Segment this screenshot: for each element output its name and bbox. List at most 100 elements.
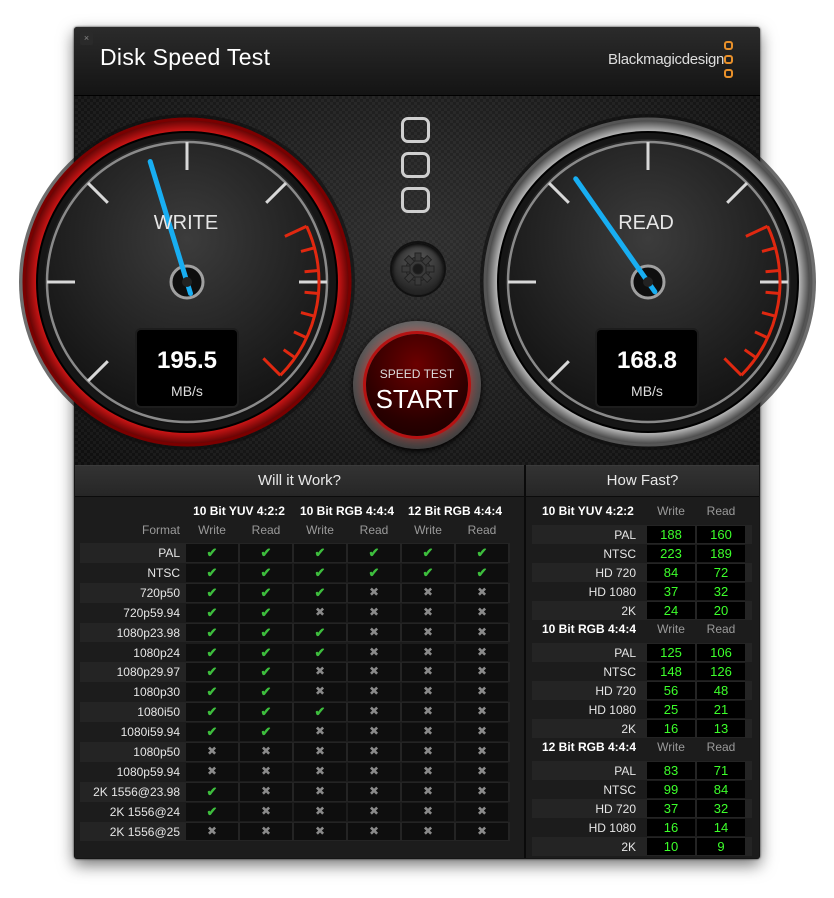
cross-icon: ✖ (422, 684, 434, 699)
speed-column-header: Write (657, 740, 685, 754)
cross-icon: ✖ (314, 684, 326, 699)
cross-icon: ✖ (422, 584, 434, 599)
cross-icon: ✖ (422, 644, 434, 659)
menu-square[interactable] (401, 187, 430, 213)
checkmark-icon: ✔ (260, 604, 272, 620)
read-readout: 168.8 MB/s (597, 330, 697, 406)
settings-button[interactable] (392, 243, 444, 295)
cross-icon: ✖ (476, 624, 488, 639)
red-zone-tick (304, 269, 319, 274)
format-label: 1080p24 (133, 645, 180, 660)
speed-format-label: HD 1080 (588, 585, 636, 599)
speed-value: 10 (663, 839, 679, 854)
cross-icon: ✖ (476, 744, 488, 758)
speed-value: 16 (663, 721, 679, 736)
cross-icon: ✖ (368, 584, 380, 599)
format-label: 2K 1556@25 (109, 824, 180, 839)
start-button-face[interactable]: SPEED TEST START (366, 334, 468, 436)
checkmark-icon: ✔ (206, 624, 218, 640)
speed-format-label: 2K (621, 722, 636, 736)
column-header: Write (414, 523, 442, 537)
column-header: Write (306, 523, 334, 537)
cross-icon: ✖ (422, 724, 434, 739)
format-label: 2K 1556@23.98 (93, 784, 180, 799)
checkmark-icon: ✔ (260, 564, 272, 580)
group-header: 10 Bit YUV 4:2:2 (193, 504, 285, 518)
read-speed-value: 168.8 (616, 347, 678, 374)
start-small-label: SPEED TEST (379, 367, 455, 381)
cross-icon: ✖ (368, 704, 380, 719)
menu-square[interactable] (401, 152, 430, 178)
speed-value: 37 (663, 801, 679, 816)
speed-value: 16 (663, 820, 679, 835)
start-big-label: START (375, 384, 459, 414)
cross-icon: ✖ (476, 644, 488, 659)
speed-value: 188 (660, 527, 682, 542)
checkmark-icon: ✔ (206, 704, 218, 720)
cross-icon: ✖ (422, 783, 434, 798)
checkmark-icon: ✔ (206, 724, 218, 740)
speed-value: 37 (663, 584, 679, 599)
group-header: 12 Bit RGB 4:4:4 (407, 504, 503, 518)
speed-column-header: Read (706, 622, 736, 636)
speed-value: 14 (713, 820, 729, 835)
cross-icon: ✖ (314, 604, 326, 619)
cross-icon: ✖ (314, 744, 326, 758)
speed-value: 126 (710, 664, 732, 679)
cross-icon: ✖ (368, 744, 380, 758)
speed-value: 148 (660, 664, 682, 679)
speed-format-label: HD 1080 (588, 821, 636, 835)
red-zone-tick (765, 269, 780, 274)
speed-value: 25 (663, 702, 679, 717)
speed-format-label: 2K (621, 604, 636, 618)
column-header: Read (467, 523, 497, 537)
checkmark-icon: ✔ (206, 584, 218, 600)
checkmark-icon: ✔ (260, 724, 272, 740)
speed-column-header: Write (657, 504, 685, 518)
checkmark-icon: ✔ (314, 624, 326, 640)
format-label: 720p50 (139, 585, 180, 600)
speed-value: 32 (713, 801, 729, 816)
format-label: 1080p23.98 (116, 625, 180, 640)
speed-value: 125 (660, 645, 682, 660)
speed-value: 32 (713, 584, 729, 599)
cross-icon: ✖ (260, 783, 272, 798)
checkmark-icon: ✔ (314, 584, 326, 600)
read-gauge-label: READ (618, 212, 674, 234)
speed-format-label: PAL (614, 528, 636, 542)
speed-value: 84 (713, 782, 729, 797)
cross-icon: ✖ (422, 763, 434, 778)
speed-value: 48 (713, 683, 729, 698)
cross-icon: ✖ (476, 763, 488, 778)
format-column-header: Format (141, 523, 180, 537)
checkmark-icon: ✔ (260, 584, 272, 600)
cross-icon: ✖ (476, 684, 488, 699)
speed-group-header: 10 Bit YUV 4:2:2 (542, 504, 634, 518)
cross-icon: ✖ (476, 724, 488, 739)
format-label: 1080p29.97 (116, 665, 180, 680)
speed-group-header: 10 Bit RGB 4:4:4 (542, 622, 637, 636)
speed-value: 21 (713, 702, 729, 717)
checkmark-icon: ✔ (260, 664, 272, 680)
speed-format-label: HD 1080 (588, 703, 636, 717)
speed-format-label: HD 720 (595, 684, 636, 698)
write-speed-unit: MB/s (171, 383, 203, 399)
cross-icon: ✖ (314, 823, 326, 838)
column-header: Read (359, 523, 389, 537)
cross-icon: ✖ (368, 684, 380, 699)
checkmark-icon: ✔ (314, 644, 326, 660)
start-button[interactable]: SPEED TEST START (353, 321, 481, 449)
cross-icon: ✖ (368, 803, 380, 818)
speed-column-header: Read (706, 740, 736, 754)
cross-icon: ✖ (422, 823, 434, 838)
checkmark-icon: ✔ (314, 564, 326, 580)
speed-value: 106 (710, 645, 732, 660)
checkmark-icon: ✔ (206, 783, 218, 799)
checkmark-icon: ✔ (206, 564, 218, 580)
checkmark-icon: ✔ (260, 545, 272, 560)
cross-icon: ✖ (314, 783, 326, 798)
menu-square[interactable] (401, 117, 430, 143)
cross-icon: ✖ (422, 604, 434, 619)
cross-icon: ✖ (422, 744, 434, 758)
write-gauge-label: WRITE (153, 212, 219, 234)
